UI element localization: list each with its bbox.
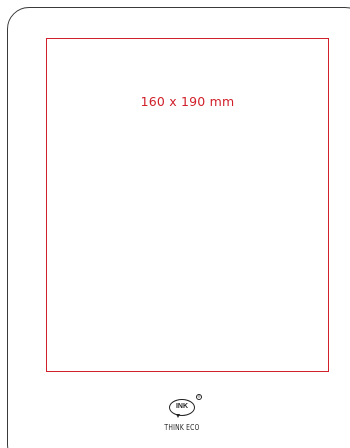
- logo-text: THINK ECO: [164, 423, 200, 432]
- logo-mark: INK: [175, 403, 189, 410]
- speech-bubble-tail-icon: [176, 414, 180, 418]
- registered-mark-icon: ®: [196, 394, 202, 400]
- dimension-label: 160 x 190 mm: [140, 94, 235, 109]
- product-template: 160 x 190 mm INK ® THINK ECO: [0, 0, 350, 448]
- brand-logo: INK ® THINK ECO: [160, 393, 214, 439]
- print-area: 160 x 190 mm: [46, 38, 329, 372]
